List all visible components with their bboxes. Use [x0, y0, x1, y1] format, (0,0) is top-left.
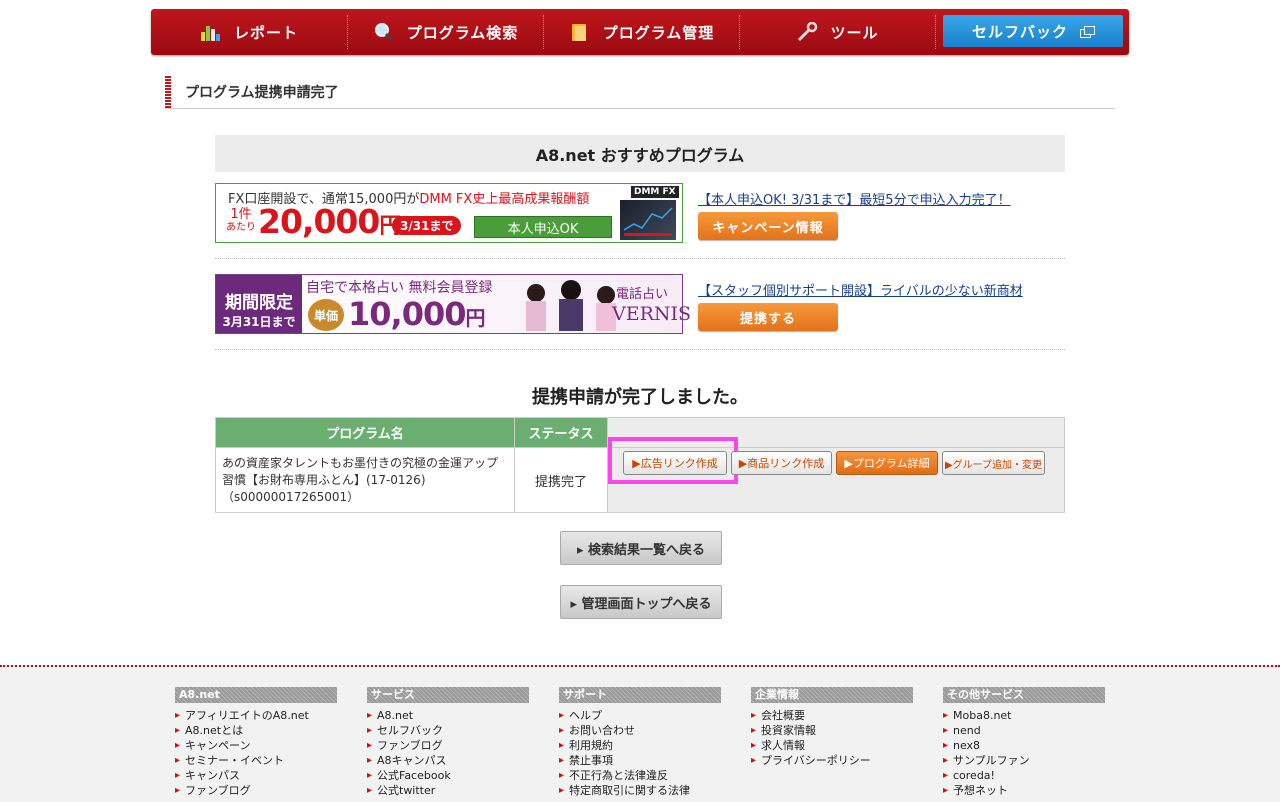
footer-heading: 企業情報	[751, 687, 913, 703]
footer-link[interactable]: 公式twitter	[367, 783, 529, 798]
footer-link[interactable]: サンプルファン	[943, 753, 1105, 768]
footer-heading: サービス	[367, 687, 529, 703]
banner2-unit: 単価	[308, 299, 344, 331]
column-header-status: ステータス	[514, 417, 608, 448]
footer-link[interactable]: 特定商取引に関する法律	[559, 783, 721, 798]
footer-column-service: サービス A8.net セルフバック ファンブログ A8キャンパス 公式Face…	[367, 687, 529, 798]
footer: A8.net アフィリエイトのA8.net A8.netとは キャンペーン セミ…	[0, 665, 1280, 802]
column-header-program: プログラム名	[215, 417, 515, 448]
footer-link[interactable]: 会社概要	[751, 708, 913, 723]
divider	[215, 258, 1065, 259]
banner-amount: 20,000	[258, 202, 380, 241]
nav-program-manage-label: プログラム管理	[602, 23, 715, 42]
footer-link[interactable]: 不正行為と法律違反	[559, 768, 721, 783]
banner-date-badge: 3/31まで	[392, 216, 462, 235]
footer-link[interactable]: キャンパス	[175, 768, 337, 783]
banner2-brand-a: 電話占い	[616, 287, 669, 302]
banner-ok-badge: 本人申込OK	[474, 216, 612, 238]
footer-link[interactable]: 公式Facebook	[367, 768, 529, 783]
banner2-text: 自宅で本格占い 無料会員登録	[306, 280, 493, 296]
magnifier-icon	[373, 22, 395, 42]
footer-link[interactable]: セルフバック	[367, 723, 529, 738]
banner-line1-b: DMM FX史上最高成果報酬額	[419, 192, 590, 207]
nav-program-search-label: プログラム検索	[406, 23, 519, 42]
status-cell: 提携完了	[514, 447, 608, 513]
recommend-title: A8.net おすすめプログラム	[215, 135, 1065, 172]
footer-link[interactable]: A8.netとは	[175, 723, 337, 738]
footer-link[interactable]: セミナー・イベント	[175, 753, 337, 768]
footer-column-support: サポート ヘルプ お問い合わせ 利用規約 禁止事項 不正行為と法律違反 特定商取…	[559, 687, 721, 798]
banner-limit-b: 3月31日まで	[222, 315, 296, 329]
footer-link[interactable]: nex8	[943, 738, 1105, 753]
product-link-create-button[interactable]: ▶商品リンク作成	[731, 451, 832, 475]
banner-unit-b: あたり	[226, 222, 256, 233]
footer-link[interactable]: coreda!	[943, 768, 1105, 783]
bar-chart-icon	[200, 22, 222, 42]
promo2-link[interactable]: 【スタッフ個別サポート開設】ライバルの少ない新商材	[698, 280, 1023, 299]
footer-link[interactable]: 利用規約	[559, 738, 721, 753]
banner2-yen: 円	[465, 306, 485, 330]
program-name-cell: あの資産家タレントもお墨付きの究極の金運アップ習慣【お財布専用ふとん】(17-0…	[215, 447, 515, 513]
back-to-search-button[interactable]: ▸ 検索結果一覧へ戻る	[560, 531, 722, 565]
footer-link[interactable]: ファンブログ	[175, 783, 337, 798]
footer-link[interactable]: Moba8.net	[943, 708, 1105, 723]
ad-link-create-button[interactable]: ▶広告リンク作成	[623, 451, 727, 475]
footer-heading: その他サービス	[943, 687, 1105, 703]
wrench-icon	[796, 21, 818, 42]
page-heading: プログラム提携申請完了	[165, 76, 1115, 109]
banner-limit-box: 期間限定 3月31日まで	[216, 275, 302, 333]
campaign-info-button[interactable]: キャンペーン情報	[698, 212, 838, 240]
nav-program-search[interactable]: プログラム検索	[348, 9, 543, 55]
footer-link[interactable]: ファンブログ	[367, 738, 529, 753]
self-back-label: セルフバック	[971, 22, 1068, 41]
footer-link[interactable]: 求人情報	[751, 738, 913, 753]
nav-program-manage[interactable]: プログラム管理	[544, 9, 739, 55]
dmm-fx-banner[interactable]: FX口座開設で、通常15,000円がDMM FX史上最高成果報酬額 DMM FX…	[215, 183, 683, 243]
dmm-fx-logo: DMM FX	[631, 186, 679, 198]
banner2-amount: 10,000	[348, 295, 466, 333]
vernis-banner[interactable]: 期間限定 3月31日まで 自宅で本格占い 無料会員登録 単価 10,000円 電…	[215, 274, 691, 334]
footer-column-other: その他サービス Moba8.net nend nex8 サンプルファン core…	[943, 687, 1105, 798]
affiliate-button[interactable]: 提携する	[698, 303, 838, 331]
footer-link[interactable]: 禁止事項	[559, 753, 721, 768]
program-detail-button[interactable]: ▶プログラム詳細	[836, 451, 938, 475]
page-title: プログラム提携申請完了	[185, 85, 339, 101]
divider	[215, 349, 1065, 350]
footer-heading: サポート	[559, 687, 721, 703]
footer-link[interactable]: キャンペーン	[175, 738, 337, 753]
folder-icon	[569, 22, 591, 42]
nav-tool-label: ツール	[830, 23, 879, 42]
banner-unit-a: 1件	[230, 207, 252, 222]
footer-link[interactable]: ヘルプ	[559, 708, 721, 723]
promo1-link[interactable]: 【本人申込OK! 3/31まで】最短5分で申込入力完了！	[698, 189, 1011, 208]
back-to-top-button[interactable]: ▸ 管理画面トップへ戻る	[560, 585, 722, 619]
heading-bar	[165, 76, 171, 108]
footer-column-company: 企業情報 会社概要 投資家情報 求人情報 プライバシーポリシー	[751, 687, 913, 768]
group-change-button[interactable]: ▶グループ追加・変更	[942, 451, 1045, 475]
footer-link[interactable]: お問い合わせ	[559, 723, 721, 738]
nav-report-label: レポート	[233, 23, 298, 42]
completion-message: 提携申請が完了しました。	[532, 387, 748, 408]
trading-screen-image	[620, 200, 676, 240]
footer-link[interactable]: プライバシーポリシー	[751, 753, 913, 768]
footer-link[interactable]: A8キャンパス	[367, 753, 529, 768]
global-nav: レポート プログラム検索 プログラム管理 ツール セルフバック	[151, 9, 1129, 55]
status-value: 提携完了	[534, 474, 587, 490]
program-name: あの資産家タレントもお墨付きの究極の金運アップ習慣【お財布専用ふとん】(17-0…	[222, 455, 499, 504]
footer-link[interactable]: 投資家情報	[751, 723, 913, 738]
footer-link[interactable]: 予想ネット	[943, 783, 1105, 798]
banner-limit-a: 期間限定	[225, 293, 293, 313]
self-back-button[interactable]: セルフバック	[943, 15, 1123, 47]
nav-tool[interactable]: ツール	[740, 9, 935, 55]
footer-link[interactable]: nend	[943, 723, 1105, 738]
footer-link[interactable]: A8.net	[367, 708, 529, 723]
nav-report[interactable]: レポート	[151, 9, 347, 55]
external-window-icon	[1080, 25, 1095, 38]
footer-column-a8net: A8.net アフィリエイトのA8.net A8.netとは キャンペーン セミ…	[175, 687, 337, 798]
footer-link[interactable]: アフィリエイトのA8.net	[175, 708, 337, 723]
footer-heading: A8.net	[175, 687, 337, 703]
banner2-brand-b: VERNIS	[612, 303, 692, 325]
